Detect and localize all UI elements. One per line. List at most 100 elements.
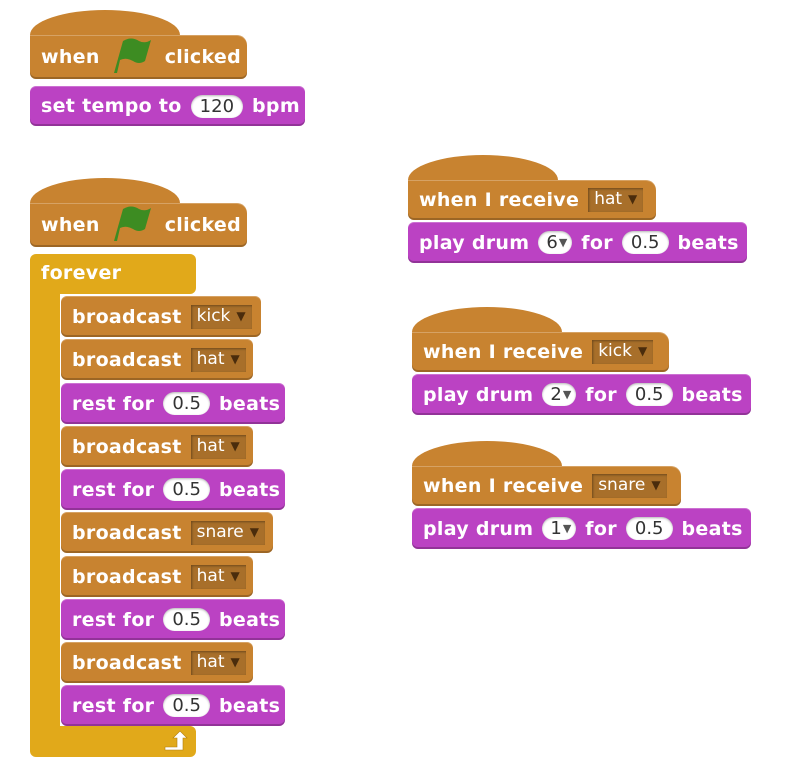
beats-label: beats xyxy=(219,478,281,501)
beats-input[interactable]: 0.5 xyxy=(625,517,673,540)
tempo-input[interactable]: 120 xyxy=(190,94,244,118)
dropdown-arrow-icon: ▼ xyxy=(230,568,240,583)
broadcast-label: broadcast xyxy=(72,305,182,328)
green-flag-icon xyxy=(109,35,153,80)
message-dropdown[interactable]: kick ▼ xyxy=(190,304,252,329)
beats-label: beats xyxy=(219,694,281,717)
broadcast-label: broadcast xyxy=(72,565,182,588)
message-value: hat xyxy=(196,435,225,456)
beats-input[interactable]: 0.5 xyxy=(163,694,210,717)
message-dropdown[interactable]: hat ▼ xyxy=(190,564,246,589)
play-drum-label: play drum xyxy=(419,231,530,254)
rest-for-label: rest for xyxy=(72,392,155,415)
forever-block-side xyxy=(30,288,60,728)
broadcast-label: broadcast xyxy=(72,651,182,674)
drum-value: 1 xyxy=(550,518,562,539)
beats-label: beats xyxy=(219,392,281,415)
broadcast-label: broadcast xyxy=(72,348,182,371)
when-label: when xyxy=(41,214,100,236)
play-drum-block[interactable]: play drum 2 ▼ for 0.5 beats xyxy=(412,374,751,415)
beats-label: beats xyxy=(677,231,739,254)
drum-value: 2 xyxy=(550,384,562,405)
set-tempo-label: set tempo to xyxy=(41,95,182,117)
message-value: snare xyxy=(598,475,646,495)
message-dropdown[interactable]: hat ▼ xyxy=(190,347,246,372)
message-value: snare xyxy=(196,521,244,542)
message-dropdown[interactable]: snare ▼ xyxy=(592,474,667,498)
message-dropdown[interactable]: hat ▼ xyxy=(190,434,246,459)
rest-for-block[interactable]: rest for 0.5 beats xyxy=(61,469,285,510)
play-drum-label: play drum xyxy=(423,517,534,540)
when-flag-clicked-block[interactable]: when clicked xyxy=(30,203,247,247)
green-flag-icon xyxy=(109,203,153,248)
dropdown-arrow-icon: ▼ xyxy=(230,438,240,453)
beats-input[interactable]: 0.5 xyxy=(163,608,210,631)
for-label: for xyxy=(585,517,617,540)
rest-for-block[interactable]: rest for 0.5 beats xyxy=(61,599,285,640)
beats-label: beats xyxy=(219,608,281,631)
dropdown-arrow-icon: ▼ xyxy=(236,308,246,323)
when-flag-clicked-block[interactable]: when clicked xyxy=(30,35,247,79)
message-value: kick xyxy=(598,341,632,361)
rest-for-label: rest for xyxy=(72,608,155,631)
play-drum-label: play drum xyxy=(423,383,534,406)
drum-dropdown[interactable]: 1 ▼ xyxy=(542,517,577,540)
when-i-receive-block[interactable]: when I receive snare ▼ xyxy=(412,466,681,506)
when-i-receive-label: when I receive xyxy=(423,475,584,497)
dropdown-arrow-icon: ▼ xyxy=(628,192,638,206)
broadcast-block[interactable]: broadcast hat ▼ xyxy=(61,426,253,467)
dropdown-arrow-icon: ▼ xyxy=(562,388,572,401)
rest-for-label: rest for xyxy=(72,478,155,501)
when-i-receive-block[interactable]: when I receive kick ▼ xyxy=(412,332,669,372)
beats-input[interactable]: 0.5 xyxy=(163,478,210,501)
message-dropdown[interactable]: hat ▼ xyxy=(190,650,246,675)
when-i-receive-label: when I receive xyxy=(423,341,584,363)
broadcast-block[interactable]: broadcast snare ▼ xyxy=(61,512,273,553)
beats-label: beats xyxy=(681,517,743,540)
forever-label-row: forever xyxy=(30,254,196,292)
message-value: hat xyxy=(196,348,225,369)
when-i-receive-label: when I receive xyxy=(419,189,580,211)
bpm-label: bpm xyxy=(252,95,300,117)
dropdown-arrow-icon: ▼ xyxy=(230,654,240,669)
dropdown-arrow-icon: ▼ xyxy=(651,478,661,492)
for-label: for xyxy=(585,383,617,406)
drum-dropdown[interactable]: 6 ▼ xyxy=(538,231,573,254)
play-drum-block[interactable]: play drum 1 ▼ for 0.5 beats xyxy=(412,508,751,549)
drum-value: 6 xyxy=(546,232,558,253)
beats-input[interactable]: 0.5 xyxy=(621,231,669,254)
when-label: when xyxy=(41,46,100,68)
dropdown-arrow-icon: ▼ xyxy=(249,524,259,539)
dropdown-arrow-icon: ▼ xyxy=(562,522,572,535)
broadcast-label: broadcast xyxy=(72,521,182,544)
play-drum-block[interactable]: play drum 6 ▼ for 0.5 beats xyxy=(408,222,747,263)
broadcast-block[interactable]: broadcast hat ▼ xyxy=(61,556,253,597)
clicked-label: clicked xyxy=(164,46,241,68)
set-tempo-block[interactable]: set tempo to 120 bpm xyxy=(30,86,305,126)
message-value: hat xyxy=(196,565,225,586)
rest-for-label: rest for xyxy=(72,694,155,717)
message-dropdown[interactable]: hat ▼ xyxy=(588,188,644,212)
when-i-receive-block[interactable]: when I receive hat ▼ xyxy=(408,180,656,220)
rest-for-block[interactable]: rest for 0.5 beats xyxy=(61,383,285,424)
message-value: kick xyxy=(196,305,231,326)
dropdown-arrow-icon: ▼ xyxy=(230,351,240,366)
message-value: hat xyxy=(594,189,623,209)
beats-label: beats xyxy=(681,383,743,406)
broadcast-block[interactable]: broadcast hat ▼ xyxy=(61,339,253,380)
forever-label: forever xyxy=(41,262,122,284)
beats-input[interactable]: 0.5 xyxy=(625,383,673,406)
rest-for-block[interactable]: rest for 0.5 beats xyxy=(61,685,285,726)
dropdown-arrow-icon: ▼ xyxy=(637,344,648,358)
for-label: for xyxy=(581,231,613,254)
message-value: hat xyxy=(196,651,225,672)
message-dropdown[interactable]: snare ▼ xyxy=(190,520,265,545)
clicked-label: clicked xyxy=(164,214,241,236)
beats-input[interactable]: 0.5 xyxy=(163,392,210,415)
loop-arrow-icon xyxy=(163,730,189,756)
drum-dropdown[interactable]: 2 ▼ xyxy=(542,383,577,406)
message-dropdown[interactable]: kick ▼ xyxy=(592,340,654,364)
broadcast-block[interactable]: broadcast kick ▼ xyxy=(61,296,261,337)
broadcast-label: broadcast xyxy=(72,435,182,458)
broadcast-block[interactable]: broadcast hat ▼ xyxy=(61,642,253,683)
